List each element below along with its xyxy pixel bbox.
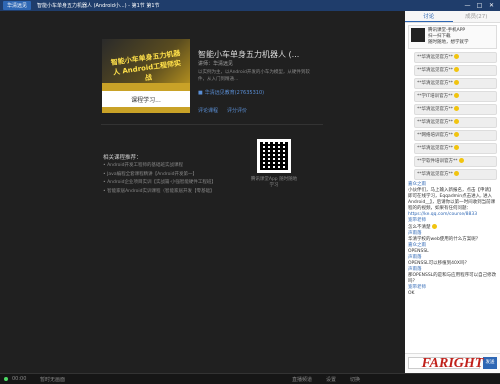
play-button[interactable]: 课程学习... [102,91,190,107]
rating-link[interactable]: 评分评价 [227,107,247,114]
app-card[interactable]: 腾讯课堂-手机APP 扫一扫下载 随时随地，想学就学 [408,25,497,49]
smile-icon [431,224,437,229]
course-description: 以实例为主，以Android开发的小车为模型，从硬件到软件，从入门到精通... [198,70,310,82]
main-panel: 智能小车单身五力机器人 Android工程师实战 课程学习... 智能小车单身五… [0,11,405,373]
gift-icon [454,119,460,124]
course-links: 评论课程 评分评价 [198,107,247,114]
window-controls: — □ ✕ [463,2,496,9]
gift-icon [454,54,460,59]
related-list: • Android开发工程师的基础班实战课程 • Java编程全套课程精讲【An… [103,162,216,196]
gift-icon [454,93,460,98]
comment-link[interactable]: 评论课程 [198,107,218,114]
window-title: 智能小车单身五力机器人 (Android小...) - 第1节 第1节 [37,3,160,9]
tab-discussion[interactable]: 讨论 [405,11,453,22]
related-heading: 相关课程推荐： [103,155,142,161]
related-item[interactable]: • Android开发工程师的基础班实战课程 [103,162,216,171]
gift-icon [454,80,460,85]
tab-members[interactable]: 成员(27) [453,11,500,22]
title-bar: 华清远见 智能小车单身五力机器人 (Android小...) - 第1节 第1节… [0,0,500,11]
chat-bubble: **华清远见官方** [414,104,497,115]
gift-icon [454,145,460,150]
chat-bubble: **华清远见官方** [414,143,497,154]
org-link[interactable]: ■ 华清远见教育(27635310) [198,89,265,97]
minimize-button[interactable]: — [463,2,472,9]
chat-bubble: **学软件培训官方** [414,156,497,167]
gift-icon [454,171,460,176]
watermark-logo: FARIGHT [421,355,484,371]
chat-bubble: **学IT培训官方** [414,91,497,102]
course-cover[interactable]: 智能小车单身五力机器人 Android工程师实战 课程学习... [102,39,190,113]
chat-messages: 腾讯课堂-手机APP 扫一扫下载 随时随地，想学就学 **华清远见官方** **… [405,23,500,353]
footer-controls: 直播频道 设置 切换 [292,376,360,383]
chat-text: 怎么不清楚 [408,224,497,231]
lecturer-label: 讲师：华清远见 [198,61,234,67]
app-qr-icon [411,28,425,42]
org-name: 华清远见教育(27635310) [204,90,265,96]
live-indicator-icon [4,377,8,381]
chat-bubble: **华清远见官方** [414,52,497,63]
switch-button[interactable]: 切换 [350,376,360,383]
channel-button[interactable]: 直播频道 [292,376,312,383]
chat-bubble: **华清远见官方** [414,169,497,180]
close-button[interactable]: ✕ [487,2,496,9]
chat-bubble: **网络培训官方** [414,130,497,141]
qr-code [257,139,291,173]
related-item[interactable]: • Android企业项目实训【实战篇·小强智能硬件工程班】 [103,179,216,188]
status-label: 暂时无画面 [40,377,66,383]
chat-bubble: **华清远见官方** [414,117,497,128]
gift-icon [454,67,460,72]
chat-text: 小伙伴们，马上输入新报名，点击【申请】即可在线学习，Eqqadmin点击进入, … [408,188,496,211]
app-logo: 华清远见 [3,1,31,10]
card-line: 随时随地，想学就学 [428,40,469,45]
course-title: 智能小车单身五力机器人 (... [198,50,300,59]
maximize-button[interactable]: □ [475,2,484,9]
related-item[interactable]: • Java编程全套课程精讲【Android开发第一】 [103,171,216,180]
gift-icon [454,132,460,137]
chat-text: 那OPENSSL的是和与应用程序可以自己修改吗？ [408,273,497,284]
qr-caption: 腾讯课堂App 随时随地学习 [250,177,298,188]
related-item[interactable]: • 智能家居Android实训课程（智能家居开发【零基础】 [103,188,216,197]
divider [101,124,323,125]
chat-bubble: **华清远见官方** [414,65,497,76]
gift-icon [454,106,460,111]
chat-text: OK [408,291,415,296]
sidebar-tabs: 讨论 成员(27) [405,11,500,23]
settings-button[interactable]: 设置 [326,376,336,383]
player-footer: 00:00 暂时无画面 直播频道 设置 切换 [0,373,500,384]
gift-icon [458,158,464,163]
qr-pattern [260,142,288,170]
org-icon: ■ [198,89,203,96]
chat-sidebar: 讨论 成员(27) 腾讯课堂-手机APP 扫一扫下载 随时随地，想学就学 **华… [405,11,500,373]
chat-bubble: **华清远见官方** [414,78,497,89]
time-label: 00:00 [12,376,27,382]
